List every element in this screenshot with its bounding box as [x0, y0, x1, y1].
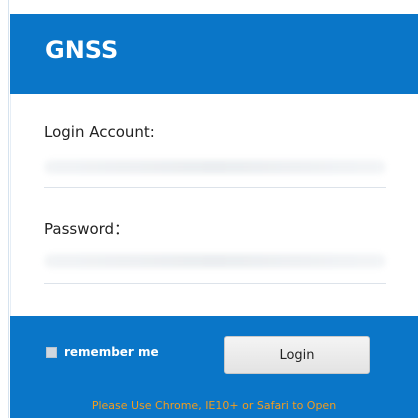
password-input[interactable]: [44, 242, 386, 284]
left-frame: [0, 0, 9, 418]
login-button[interactable]: Login: [224, 336, 370, 374]
remember-me-control[interactable]: remember me: [46, 345, 159, 359]
password-label: Password：: [44, 220, 130, 238]
header-bar: GNSS: [10, 14, 418, 94]
browser-notice: Please Use Chrome, IE10+ or Safari to Op…: [91, 399, 337, 412]
brand-title: GNSS: [45, 36, 119, 64]
login-form: Login Account: Password：: [10, 94, 418, 316]
account-input[interactable]: [44, 146, 386, 188]
remember-me-label[interactable]: remember me: [64, 345, 159, 359]
remember-me-checkbox[interactable]: [46, 346, 57, 358]
footer-bar: remember me Login Please Use Chrome, IE1…: [10, 316, 418, 418]
account-label: Login Account:: [44, 123, 155, 141]
login-window: GNSS Login Account: Password： remember m…: [0, 0, 418, 418]
